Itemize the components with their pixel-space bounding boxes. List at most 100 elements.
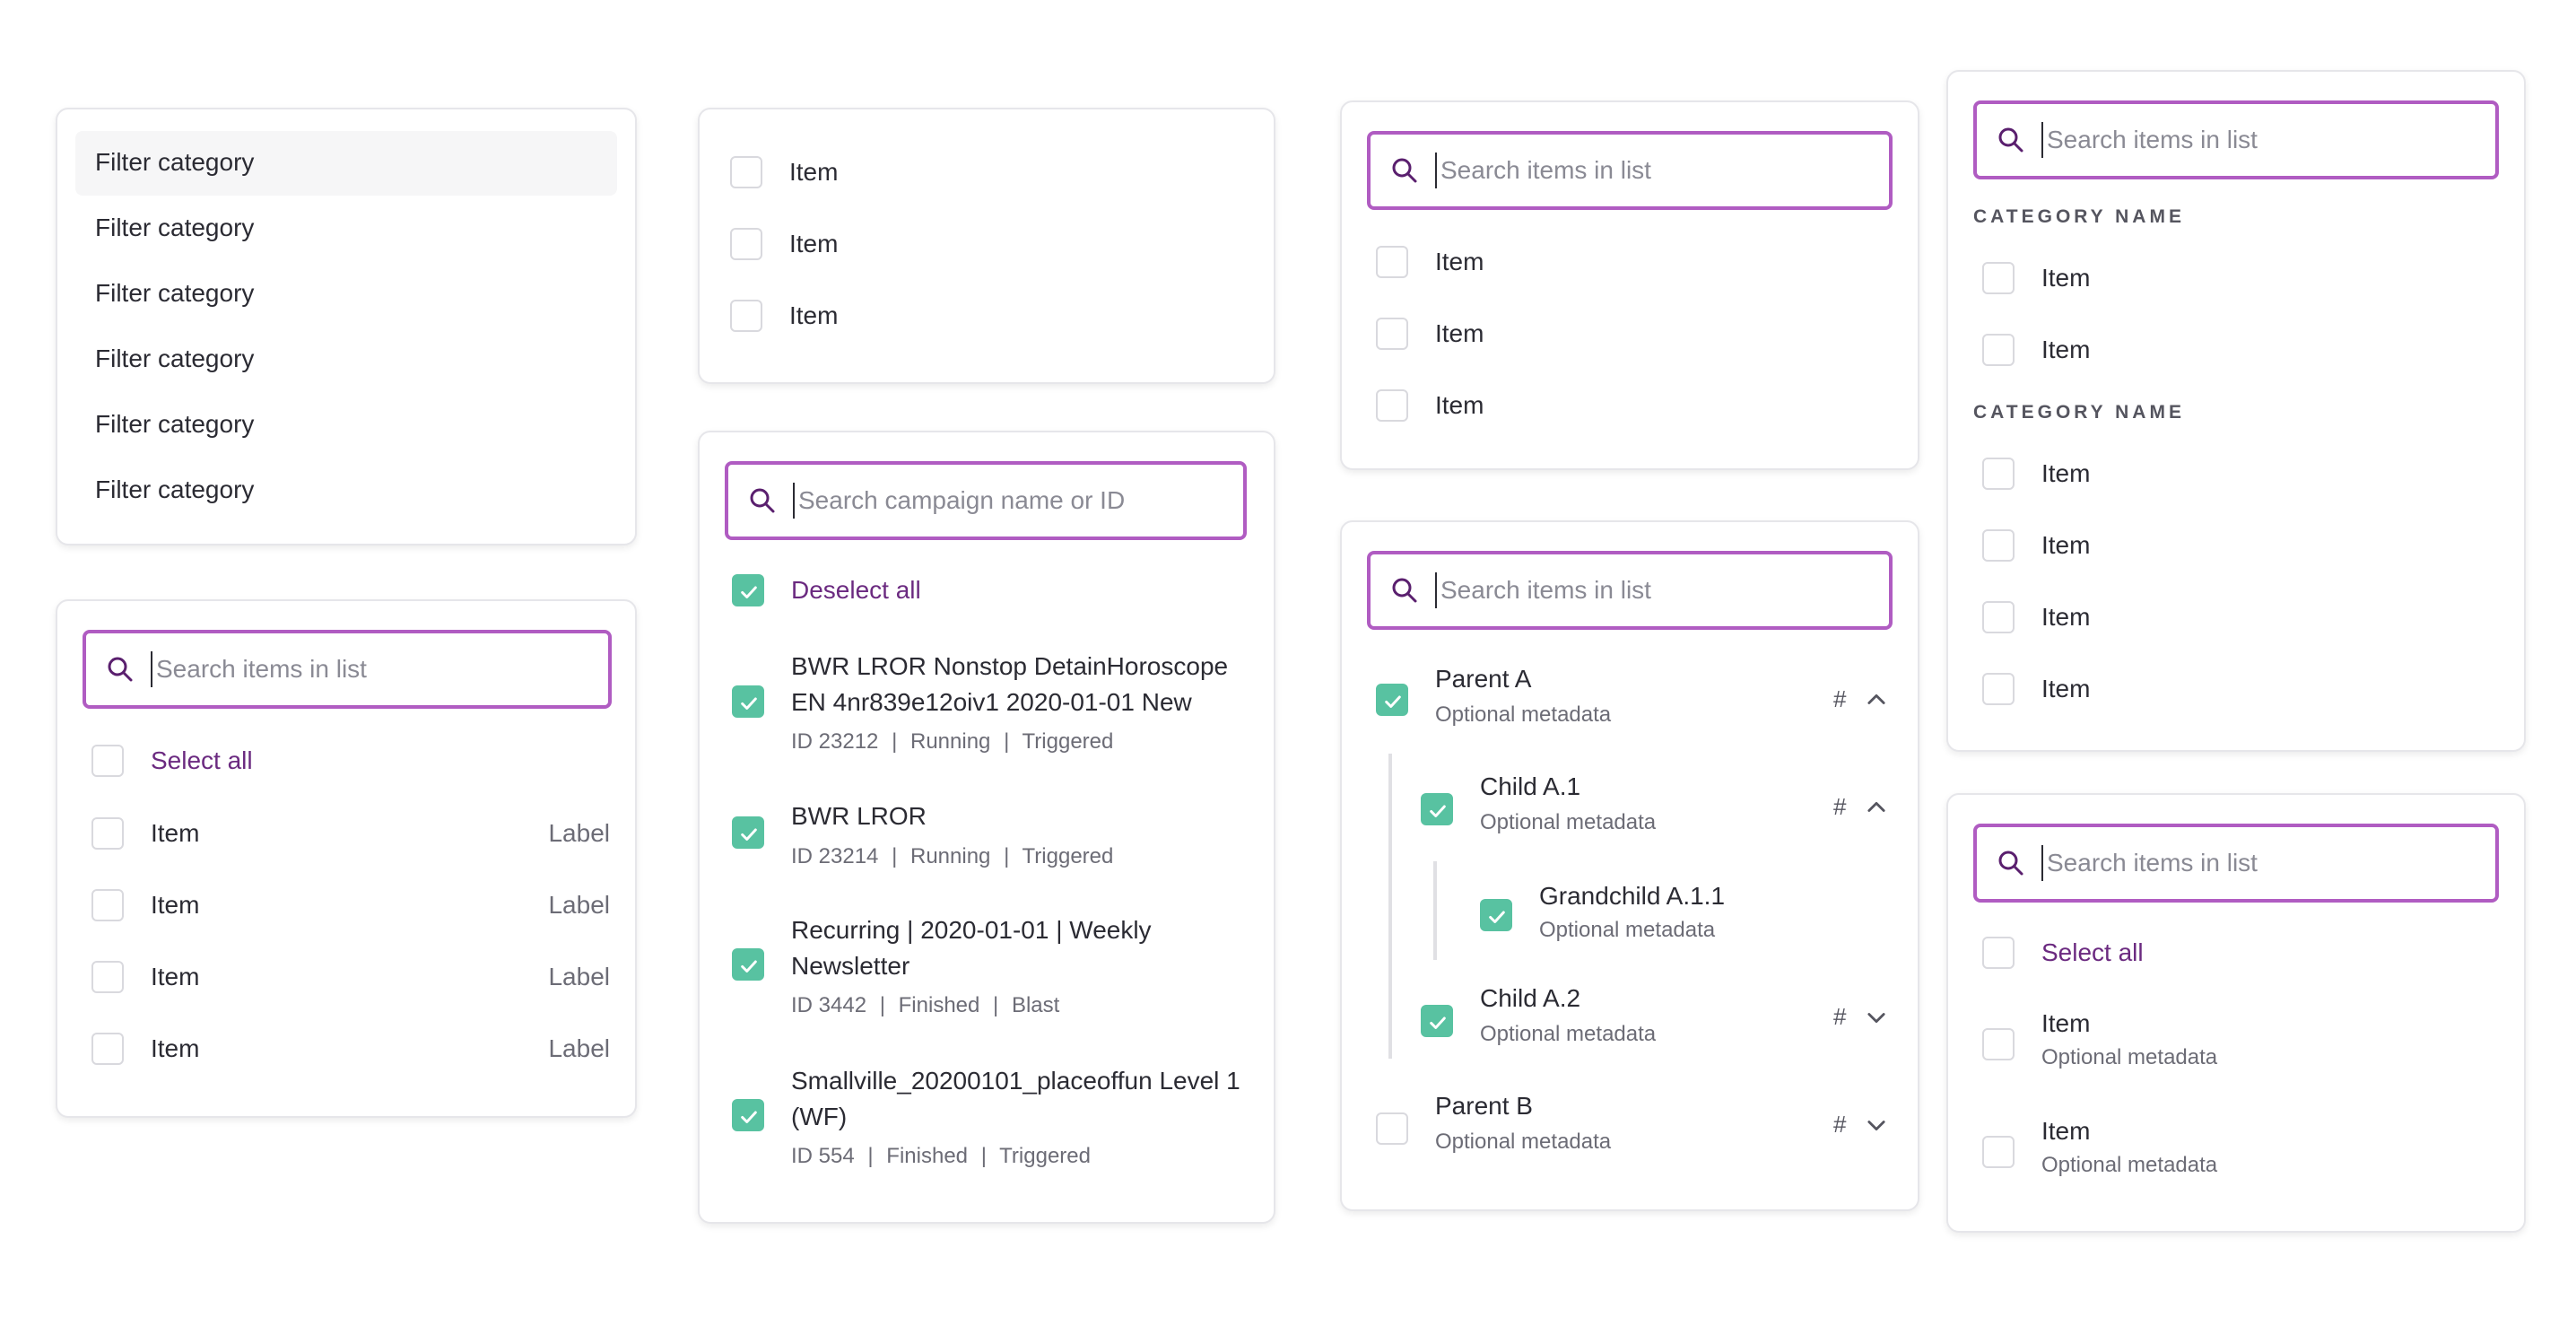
- item-checkbox[interactable]: [1982, 1136, 2015, 1168]
- count-hash: #: [1833, 1111, 1847, 1138]
- search-input[interactable]: [1440, 147, 1869, 194]
- item-checkbox[interactable]: [1376, 246, 1408, 278]
- item-label: Item: [151, 963, 200, 990]
- search-input[interactable]: [2047, 117, 2476, 163]
- campaign-title: EN 4nr839e12oiv1 2020-01-01 New: [791, 688, 1192, 716]
- campaign-checkbox[interactable]: [732, 1099, 764, 1131]
- child-checkbox[interactable]: [1421, 1005, 1453, 1037]
- search-field[interactable]: [1367, 131, 1893, 210]
- chevron-down-icon[interactable]: [1864, 1112, 1889, 1138]
- search-input[interactable]: [2047, 840, 2476, 886]
- separator: |: [1004, 729, 1010, 754]
- child-checkbox[interactable]: [1421, 793, 1453, 825]
- search-icon: [1390, 156, 1419, 185]
- campaign-checkbox[interactable]: [732, 816, 764, 849]
- campaign-list-panel: Deselect all BWR LROR Nonstop DetainHoro…: [698, 431, 1275, 1224]
- item-label: Item: [1435, 248, 1484, 275]
- tree-list-panel: Parent A Optional metadata # Child A.1 O…: [1340, 520, 1919, 1211]
- parent-checkbox[interactable]: [1376, 684, 1408, 716]
- search-field[interactable]: [1367, 551, 1893, 630]
- check-icon: [739, 956, 759, 976]
- chevron-up-icon[interactable]: [1864, 795, 1889, 820]
- campaign-id: ID 554: [791, 1144, 855, 1168]
- search-input[interactable]: [1440, 567, 1869, 614]
- search-input[interactable]: [156, 646, 588, 693]
- grandchild-label: Grandchild A.1.1: [1539, 882, 1726, 910]
- item-label: Item: [2041, 531, 2091, 559]
- filter-category-item[interactable]: Filter category: [95, 409, 254, 440]
- item-checkbox[interactable]: [91, 817, 124, 850]
- search-input[interactable]: [798, 477, 1223, 524]
- item-checkbox[interactable]: [91, 889, 124, 921]
- filter-category-item[interactable]: Filter category: [95, 278, 254, 309]
- chevron-down-icon[interactable]: [1864, 1005, 1889, 1030]
- select-all-link[interactable]: Select all: [151, 746, 253, 776]
- select-all-checkbox[interactable]: [1982, 937, 2015, 969]
- item-checkbox[interactable]: [1982, 1028, 2015, 1060]
- check-icon: [739, 582, 759, 602]
- chevron-up-icon[interactable]: [1864, 687, 1889, 712]
- search-field[interactable]: [83, 630, 612, 709]
- campaign-checkbox[interactable]: [732, 685, 764, 718]
- item-label: Item: [151, 1034, 200, 1062]
- item-checkbox[interactable]: [1982, 334, 2015, 366]
- item-checkbox[interactable]: [730, 300, 762, 332]
- campaign-meta: ID 23212 | Running | Triggered: [791, 728, 1113, 755]
- category-heading: CATEGORY NAME: [1973, 206, 2185, 227]
- check-icon: [1383, 692, 1403, 711]
- searchable-list-panel: Item Item Item: [1340, 100, 1919, 470]
- parent-label: Parent A: [1435, 665, 1532, 693]
- category-heading: CATEGORY NAME: [1973, 402, 2185, 423]
- separator: |: [879, 993, 885, 1017]
- filter-category-item[interactable]: Filter category: [95, 344, 254, 374]
- check-icon: [739, 1107, 759, 1127]
- item-checkbox[interactable]: [1982, 601, 2015, 633]
- item-label: Item: [2041, 336, 2091, 363]
- parent-checkbox[interactable]: [1376, 1112, 1408, 1145]
- tree-guide-line: [1388, 754, 1392, 1059]
- grandchild-checkbox[interactable]: [1480, 899, 1512, 931]
- campaign-id: ID 23214: [791, 844, 879, 868]
- item-label: Item: [2041, 459, 2091, 487]
- item-label: Item: [1435, 391, 1484, 419]
- item-checkbox[interactable]: [1376, 318, 1408, 350]
- item-tag-label: Label: [548, 891, 610, 919]
- campaign-type: Triggered: [1022, 844, 1114, 868]
- campaign-title: Newsletter: [791, 952, 910, 980]
- item-checkbox[interactable]: [1376, 389, 1408, 422]
- campaign-title: BWR LROR Nonstop DetainHoroscope: [791, 652, 1229, 680]
- filter-category-item[interactable]: Filter category: [95, 147, 254, 178]
- search-icon: [748, 486, 777, 515]
- item-checkbox[interactable]: [1982, 529, 2015, 562]
- search-icon: [1390, 576, 1419, 605]
- select-all-checkbox[interactable]: [91, 745, 124, 777]
- search-field[interactable]: [1973, 824, 2499, 903]
- deselect-all-link[interactable]: Deselect all: [791, 575, 921, 606]
- item-checkbox[interactable]: [730, 228, 762, 260]
- campaign-status: Finished: [898, 993, 980, 1017]
- search-field[interactable]: [1973, 100, 2499, 179]
- grandchild-metadata: Optional metadata: [1539, 918, 1716, 942]
- item-tag-label: Label: [548, 1034, 610, 1062]
- filter-category-item[interactable]: Filter category: [95, 213, 254, 243]
- item-label: Item: [2041, 1009, 2091, 1037]
- deselect-all-checkbox[interactable]: [732, 574, 764, 606]
- item-checkbox[interactable]: [91, 1033, 124, 1065]
- check-icon: [1487, 907, 1507, 927]
- text-cursor: [1435, 572, 1437, 608]
- item-checkbox[interactable]: [1982, 262, 2015, 294]
- item-tag-label: Label: [548, 963, 610, 990]
- filter-category-item[interactable]: Filter category: [95, 475, 254, 505]
- text-cursor: [151, 651, 152, 687]
- item-checkbox[interactable]: [91, 961, 124, 993]
- search-field[interactable]: [725, 461, 1247, 540]
- campaign-checkbox[interactable]: [732, 948, 764, 981]
- item-checkbox[interactable]: [730, 156, 762, 188]
- campaign-type: Triggered: [1022, 729, 1114, 754]
- campaign-id: ID 23212: [791, 729, 879, 754]
- select-all-link[interactable]: Select all: [2041, 938, 2144, 968]
- item-checkbox[interactable]: [1982, 673, 2015, 705]
- search-icon: [1997, 849, 2025, 877]
- item-checkbox[interactable]: [1982, 458, 2015, 490]
- child-metadata: Optional metadata: [1480, 1022, 1657, 1046]
